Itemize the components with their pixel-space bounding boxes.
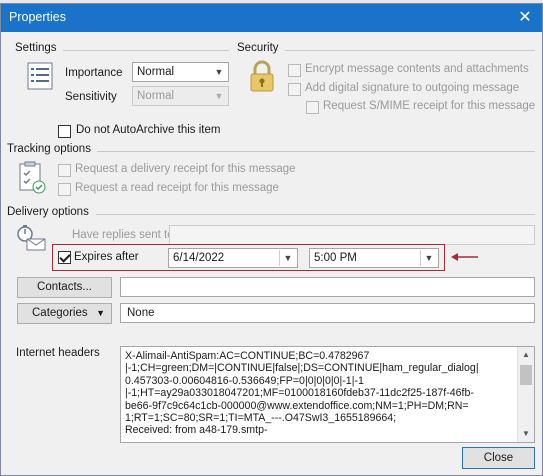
delivery-receipt-checkbox[interactable] <box>58 164 71 177</box>
scroll-thumb[interactable] <box>520 365 532 385</box>
encrypt-label: Encrypt message contents and attachments <box>305 63 529 75</box>
settings-divider <box>63 50 229 51</box>
digital-signature-label: Add digital signature to outgoing messag… <box>305 82 520 94</box>
lock-icon <box>250 60 274 92</box>
security-section-title: Security <box>237 42 279 54</box>
digital-signature-checkbox[interactable] <box>288 83 301 96</box>
title-bar: Properties ✕ <box>1 4 542 32</box>
red-arrow-annotation <box>451 253 478 261</box>
close-button[interactable]: Close <box>462 447 535 469</box>
header-line: |-1;HT=ay29a033018047201;MF=0100018160fd… <box>125 387 474 400</box>
smime-receipt-label: Request S/MIME receipt for this message <box>323 100 536 112</box>
tracking-divider <box>97 151 535 152</box>
have-replies-field[interactable] <box>169 225 535 245</box>
chevron-down-icon: ▼ <box>283 253 293 263</box>
read-receipt-label: Request a read receipt for this message <box>75 182 279 194</box>
internet-headers-label: Internet headers <box>16 347 100 359</box>
properties-dialog: Properties ✕ Settings Importance Normal … <box>0 3 543 476</box>
expires-date-value: 6/14/2022 <box>173 252 225 264</box>
internet-headers-text: X-Alimail-AntiSpam:AC=CONTINUE;BC=0.4782… <box>125 350 513 437</box>
tracking-section-title: Tracking options <box>7 143 91 155</box>
header-line: X-Alimail-AntiSpam:AC=CONTINUE;BC=0.4782… <box>125 350 370 362</box>
contacts-button[interactable]: Contacts... <box>17 277 112 298</box>
close-icon[interactable]: ✕ <box>514 7 536 29</box>
scroll-down-icon[interactable]: ▼ <box>518 426 534 442</box>
chevron-down-icon: ▼ <box>214 91 224 101</box>
expires-time-picker[interactable]: 5:00 PM ▼ <box>309 248 439 268</box>
categories-button-label: Categories <box>32 307 88 319</box>
settings-section-title: Settings <box>15 42 57 54</box>
tracking-clipboard-icon <box>19 161 46 194</box>
delivery-section-title: Delivery options <box>7 206 89 218</box>
header-line: be66-9f7c9c64c1cb-000000@www.extendoffic… <box>125 399 469 412</box>
have-replies-label: Have replies sent to <box>72 229 174 241</box>
headers-scrollbar[interactable]: ▲ ▼ <box>517 347 534 442</box>
scroll-up-icon[interactable]: ▲ <box>518 347 534 363</box>
expires-time-value: 5:00 PM <box>314 252 357 264</box>
header-line: 0.457303-0.00604816-0.536649;FP=0|0|0|0|… <box>125 374 364 387</box>
categories-value: None <box>127 307 155 319</box>
sensitivity-value: Normal <box>137 90 175 102</box>
read-receipt-checkbox[interactable] <box>58 183 71 196</box>
expires-after-label: Expires after <box>74 251 139 263</box>
settings-list-icon <box>27 62 53 90</box>
expires-after-checkbox[interactable] <box>58 251 71 264</box>
categories-field: None <box>120 303 535 323</box>
sensitivity-label: Sensitivity <box>65 91 117 103</box>
internet-headers-textarea[interactable]: X-Alimail-AntiSpam:AC=CONTINUE;BC=0.4782… <box>120 346 535 443</box>
delivery-timer-icon <box>17 225 46 251</box>
importance-select[interactable]: Normal ▼ <box>132 62 229 82</box>
importance-label: Importance <box>65 67 123 79</box>
dialog-title: Properties <box>9 10 66 24</box>
sensitivity-select[interactable]: Normal ▼ <box>132 86 229 106</box>
security-divider <box>285 50 535 51</box>
header-line: 1;RT=1;SC=80;SR=1;TI=MTA_---.O47SwI3_165… <box>125 412 397 425</box>
combo-separator <box>420 250 421 266</box>
chevron-down-icon: ▼ <box>96 308 105 318</box>
encrypt-checkbox[interactable] <box>288 64 301 77</box>
expires-date-picker[interactable]: 6/14/2022 ▼ <box>168 248 298 268</box>
contacts-field[interactable] <box>120 277 535 297</box>
delivery-divider <box>96 214 535 215</box>
header-line: |-1;CH=green;DM=|CONTINUE|false|;DS=CONT… <box>125 362 479 375</box>
categories-button[interactable]: Categories ▼ <box>17 303 112 324</box>
importance-value: Normal <box>137 66 175 78</box>
combo-separator <box>279 250 280 266</box>
chevron-down-icon: ▼ <box>424 253 434 263</box>
autoarchive-checkbox[interactable] <box>58 125 71 138</box>
delivery-receipt-label: Request a delivery receipt for this mess… <box>75 163 296 175</box>
smime-receipt-checkbox[interactable] <box>306 101 319 114</box>
autoarchive-label: Do not AutoArchive this item <box>76 124 221 136</box>
chevron-down-icon: ▼ <box>214 67 224 77</box>
header-line: Received: from a48-179.smtp- <box>125 424 268 437</box>
